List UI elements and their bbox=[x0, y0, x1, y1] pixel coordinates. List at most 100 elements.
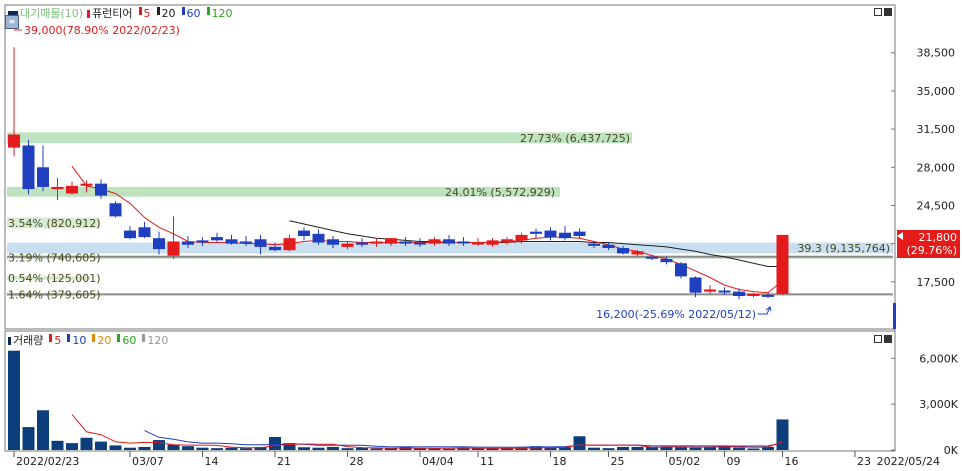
current-price-change: (29.76%) bbox=[906, 244, 957, 257]
ma-label: 20 bbox=[161, 7, 176, 20]
candle-body bbox=[399, 241, 412, 244]
volume-bar bbox=[211, 448, 223, 450]
price-ma-legend: 5 20 60 120 bbox=[137, 7, 237, 21]
ma-label: 10 bbox=[72, 334, 87, 347]
price-close-button[interactable] bbox=[884, 8, 892, 16]
volume-bar bbox=[327, 446, 339, 450]
date-tick-label: 16 bbox=[785, 455, 799, 467]
price-maximize-button[interactable] bbox=[874, 8, 882, 16]
candle-body bbox=[776, 234, 789, 294]
volume-bar bbox=[588, 447, 600, 450]
ma-swatch-icon bbox=[92, 334, 96, 342]
price-tick-label: 17,500 bbox=[917, 276, 956, 289]
volume-bar bbox=[167, 444, 180, 450]
volume-axis-ticks: 6,000K 3,000K 0K bbox=[891, 352, 959, 457]
date-axis: 2022/02/23 03/07 14 21 28 04/04 11 18 25 05/02 09 1… bbox=[13, 451, 940, 468]
candle-body bbox=[515, 234, 528, 241]
volume-bar bbox=[602, 448, 615, 450]
ma-label: 60 bbox=[122, 334, 137, 347]
volume-tick-label: 0K bbox=[944, 444, 959, 457]
volume-bar bbox=[95, 441, 107, 450]
volume-ma-legend: 5 10 20 60 120 bbox=[47, 334, 172, 348]
ma-swatch-icon bbox=[206, 7, 210, 15]
volume-bar bbox=[689, 447, 702, 450]
date-tick-label: 11 bbox=[480, 455, 494, 467]
price-tick-label: 38,500 bbox=[917, 47, 956, 60]
price-legend: 대기매물(10) 퓨런티어 5 20 60 120 bbox=[8, 7, 241, 21]
candle-body bbox=[225, 239, 238, 244]
candle-body bbox=[472, 242, 484, 245]
price-panel-frame bbox=[4, 4, 896, 330]
candle-body bbox=[22, 145, 35, 190]
volume-bar bbox=[341, 448, 354, 450]
volume-legend: 거래량 5 10 20 60 120 bbox=[8, 334, 176, 348]
date-tick-label: 25 bbox=[611, 455, 625, 467]
volume-bar bbox=[370, 448, 383, 450]
volume-bar bbox=[776, 419, 789, 450]
ma-label: 20 bbox=[97, 334, 112, 347]
price-tick-label: 24,500 bbox=[917, 199, 956, 212]
candle-body bbox=[37, 167, 49, 187]
ma-swatch-icon bbox=[138, 7, 142, 15]
candle-body bbox=[544, 230, 557, 238]
volume-bar bbox=[312, 447, 325, 450]
candle-body bbox=[327, 239, 339, 245]
overhang-band-label: 1.64% (379,605) bbox=[8, 288, 101, 301]
candle-body bbox=[689, 277, 702, 293]
volume-maximize-button[interactable] bbox=[874, 335, 882, 343]
candle-body bbox=[356, 242, 368, 245]
volume-bar bbox=[109, 445, 122, 450]
ma-swatch-icon bbox=[49, 334, 53, 342]
price-tick-label: 31,500 bbox=[917, 123, 956, 136]
volume-bar bbox=[51, 440, 64, 450]
candle-body bbox=[283, 238, 296, 251]
candle-body bbox=[66, 185, 78, 194]
volume-bar bbox=[428, 448, 441, 450]
candle-body bbox=[240, 241, 252, 244]
volume-close-button[interactable] bbox=[884, 335, 892, 343]
ma-label: 120 bbox=[211, 7, 233, 20]
volume-bar bbox=[573, 436, 586, 450]
candle-body bbox=[80, 183, 93, 186]
chart-settings-icon[interactable]: ≡ bbox=[5, 15, 19, 29]
volume-bar bbox=[617, 446, 629, 450]
current-price-badge: 21,800 (29.76%) bbox=[897, 230, 960, 258]
date-tick-label: 21 bbox=[277, 455, 291, 467]
volume-bar bbox=[37, 410, 49, 450]
candle-body bbox=[414, 242, 426, 245]
candle-body bbox=[501, 239, 513, 243]
date-tick-label: 03/07 bbox=[132, 455, 164, 467]
candle-body bbox=[631, 251, 644, 255]
volume-bar bbox=[747, 448, 760, 450]
volume-bar bbox=[269, 437, 281, 450]
candle-body bbox=[124, 230, 136, 239]
candle-body bbox=[254, 239, 267, 247]
overhang-title: 대기매물(10) bbox=[20, 7, 84, 20]
date-tick-label: 09 bbox=[727, 455, 741, 467]
volume-bar bbox=[124, 447, 136, 450]
candle-body bbox=[269, 246, 281, 251]
legend-swatch-icon bbox=[8, 337, 11, 345]
volume-tick-label: 3,000K bbox=[919, 398, 958, 411]
candle-body bbox=[167, 241, 180, 256]
ma-swatch-icon bbox=[67, 334, 71, 342]
candle-body bbox=[530, 231, 542, 234]
current-price-value: 21,800 bbox=[919, 231, 958, 244]
volume-tick-label: 6,000K bbox=[919, 352, 958, 365]
candle-body bbox=[298, 230, 310, 236]
candle-body bbox=[762, 294, 774, 297]
candle-body bbox=[559, 232, 571, 239]
volume-bar bbox=[225, 447, 238, 450]
date-tick-label: 04/04 bbox=[422, 455, 454, 467]
overhang-band bbox=[7, 242, 893, 254]
date-tick-label: 14 bbox=[205, 455, 219, 467]
candle-body bbox=[588, 243, 600, 246]
candle-body bbox=[138, 227, 151, 238]
candle-body bbox=[573, 231, 586, 236]
candle-body bbox=[109, 203, 122, 217]
candle-body bbox=[95, 183, 107, 196]
low-annotation: 16,200(-25.69% 2022/05/12) bbox=[596, 308, 756, 321]
date-tick-label: 23 bbox=[857, 455, 871, 467]
ma-swatch-icon bbox=[142, 334, 146, 342]
date-tick-label: 28 bbox=[350, 455, 364, 467]
